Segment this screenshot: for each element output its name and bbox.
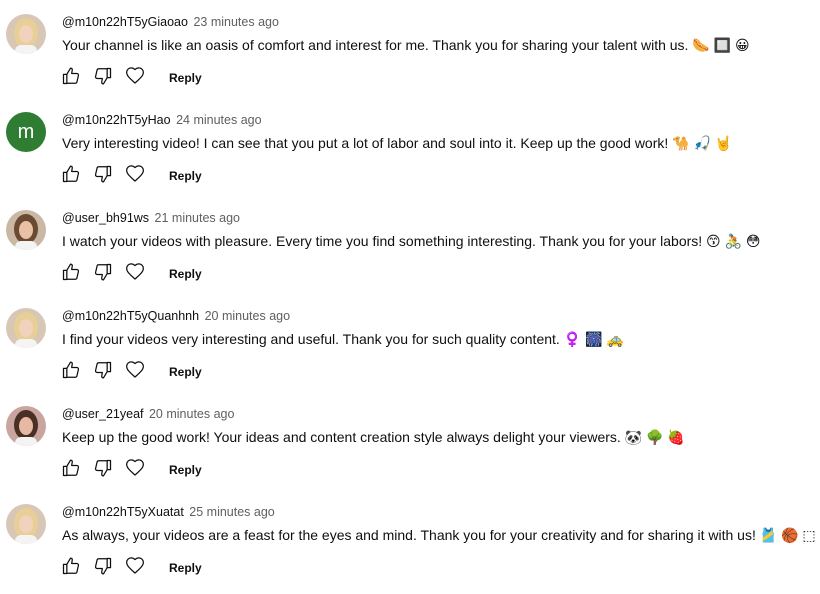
comment-text: As always, your videos are a feast for t… [62,527,816,543]
comment-timestamp[interactable]: 21 minutes ago [155,211,240,225]
comment-actions: Reply [59,262,202,286]
thumb-up-icon [61,556,81,581]
comment-header: @user_21yeaf 20 minutes ago [62,407,234,421]
avatar[interactable] [6,504,46,544]
comment-author[interactable]: @m10n22hT5yHao [62,113,171,127]
comment-text: I find your videos very interesting and … [62,331,624,347]
reply-button[interactable]: Reply [169,267,202,281]
comment-actions: Reply [59,360,202,384]
heart-button[interactable] [123,262,147,286]
comment-header: @m10n22hT5yGiaoao 23 minutes ago [62,15,279,29]
comment-header: @m10n22hT5yHao 24 minutes ago [62,113,262,127]
heart-button[interactable] [123,458,147,482]
like-button[interactable] [59,66,83,90]
comment-timestamp[interactable]: 25 minutes ago [189,505,274,519]
comment-text: Your channel is like an oasis of comfort… [62,37,750,53]
comment-timestamp[interactable]: 24 minutes ago [176,113,261,127]
heart-icon [125,360,145,385]
avatar[interactable] [6,210,46,250]
heart-button[interactable] [123,164,147,188]
thumb-down-icon [93,360,113,385]
comment-actions: Reply [59,164,202,188]
comment-author[interactable]: @m10n22hT5yXuatat [62,505,184,519]
heart-icon [125,262,145,287]
dislike-button[interactable] [91,66,115,90]
comment-thread: @user_21yeaf 20 minutes ago Keep up the g… [0,394,820,492]
comment-author[interactable]: @m10n22hT5yGiaoao [62,15,188,29]
dislike-button[interactable] [91,262,115,286]
comment-thread: @m10n22hT5yXuatat 25 minutes ago As alway… [0,492,820,590]
comment-actions: Reply [59,556,202,580]
thumb-up-icon [61,66,81,91]
thumb-down-icon [93,164,113,189]
like-button[interactable] [59,556,83,580]
heart-icon [125,164,145,189]
reply-button[interactable]: Reply [169,71,202,85]
avatar[interactable] [6,14,46,54]
comment-thread: @m10n22hT5yQuanhnh 20 minutes ago I find … [0,296,820,394]
comment-header: @user_bh91ws 21 minutes ago [62,211,240,225]
comment-thread: @user_bh91ws 21 minutes ago I watch your … [0,198,820,296]
avatar[interactable]: m [6,112,46,152]
thumb-down-icon [93,458,113,483]
comment-actions: Reply [59,66,202,90]
reply-button[interactable]: Reply [169,463,202,477]
thumb-down-icon [93,556,113,581]
comment-text: I watch your videos with pleasure. Every… [62,233,761,249]
dislike-button[interactable] [91,360,115,384]
like-button[interactable] [59,262,83,286]
like-button[interactable] [59,360,83,384]
comment-timestamp[interactable]: 20 minutes ago [205,309,290,323]
dislike-button[interactable] [91,458,115,482]
heart-button[interactable] [123,360,147,384]
comment-header: @m10n22hT5yQuanhnh 20 minutes ago [62,309,290,323]
dislike-button[interactable] [91,164,115,188]
comment-timestamp[interactable]: 20 minutes ago [149,407,234,421]
reply-button[interactable]: Reply [169,365,202,379]
like-button[interactable] [59,458,83,482]
thumb-up-icon [61,458,81,483]
comment-author[interactable]: @user_bh91ws [62,211,149,225]
heart-icon [125,556,145,581]
comment-author[interactable]: @m10n22hT5yQuanhnh [62,309,199,323]
dislike-button[interactable] [91,556,115,580]
heart-icon [125,458,145,483]
heart-icon [125,66,145,91]
comment-timestamp[interactable]: 23 minutes ago [193,15,278,29]
like-button[interactable] [59,164,83,188]
comment-text: Keep up the good work! Your ideas and co… [62,429,685,445]
thumb-down-icon [93,66,113,91]
comment-text: Very interesting video! I can see that y… [62,135,733,151]
comment-author[interactable]: @user_21yeaf [62,407,144,421]
avatar[interactable] [6,406,46,446]
thumb-up-icon [61,360,81,385]
comment-thread: m @m10n22hT5yHao 24 minutes ago Very inter… [0,100,820,198]
comment-thread: @m10n22hT5yGiaoao 23 minutes ago Your cha… [0,2,820,100]
heart-button[interactable] [123,556,147,580]
heart-button[interactable] [123,66,147,90]
thumb-down-icon [93,262,113,287]
avatar[interactable] [6,308,46,348]
reply-button[interactable]: Reply [169,169,202,183]
comment-header: @m10n22hT5yXuatat 25 minutes ago [62,505,275,519]
thumb-up-icon [61,262,81,287]
thumb-up-icon [61,164,81,189]
reply-button[interactable]: Reply [169,561,202,575]
comment-actions: Reply [59,458,202,482]
